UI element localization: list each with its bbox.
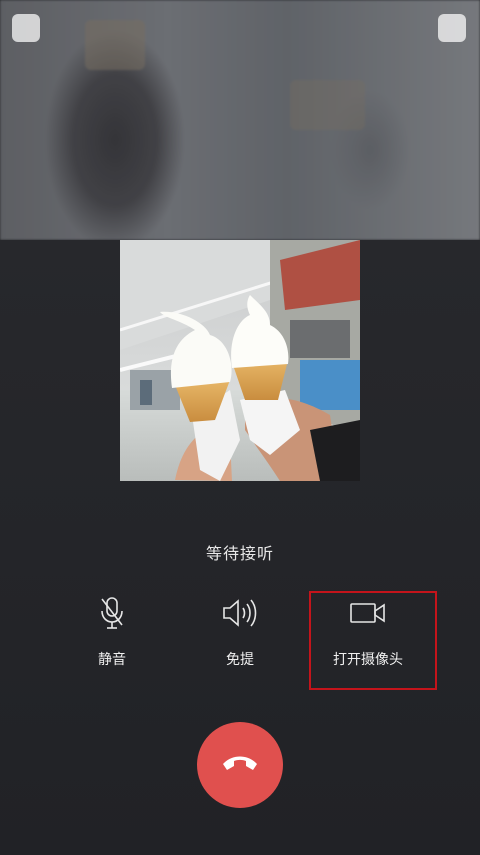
contact-avatar-photo [120, 240, 360, 481]
phone-hangup-icon [220, 752, 260, 778]
speaker-icon [190, 595, 290, 631]
minimize-button[interactable] [12, 14, 40, 42]
microphone-icon [62, 595, 162, 631]
switch-view-button[interactable] [438, 14, 466, 42]
mute-button[interactable]: 静音 [62, 595, 162, 685]
mute-label: 静音 [98, 652, 126, 668]
call-status-text: 等待接听 [205, 544, 274, 563]
hangup-button[interactable] [197, 722, 283, 808]
speaker-button[interactable]: 免提 [190, 595, 290, 685]
speaker-label: 免提 [226, 652, 254, 668]
camera-highlight-box [309, 591, 437, 690]
blurred-camera-preview [0, 0, 480, 240]
